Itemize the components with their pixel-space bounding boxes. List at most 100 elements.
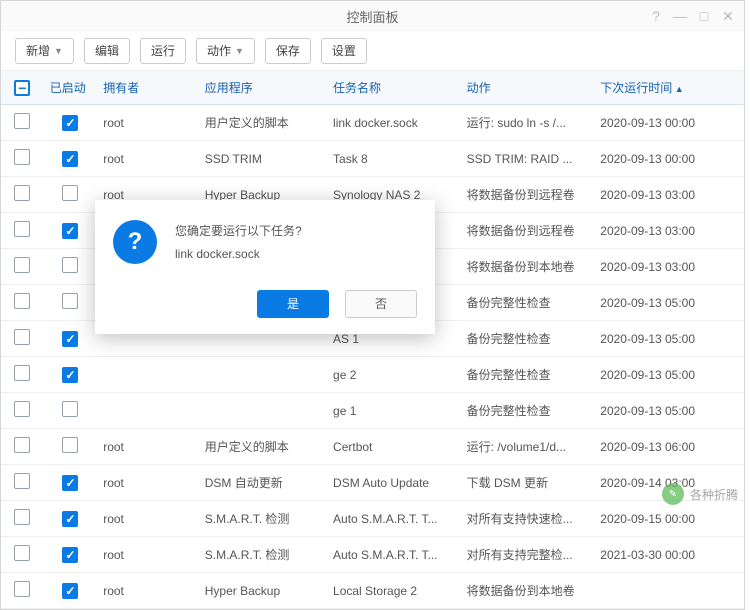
minimize-icon[interactable]: —	[672, 8, 688, 24]
col-enabled[interactable]: 已启动	[44, 71, 97, 105]
col-action[interactable]: 动作	[461, 71, 595, 105]
cell-app: 用户定义的脚本	[199, 105, 327, 141]
row-select-checkbox[interactable]	[14, 293, 30, 309]
cell-owner: root	[97, 105, 199, 141]
table-row[interactable]: root用户定义的脚本Certbot运行: /volume1/d...2020-…	[1, 429, 744, 465]
cell-next: 2020-09-13 03:00	[594, 249, 744, 285]
enabled-checkbox[interactable]	[62, 437, 78, 453]
action-button[interactable]: 动作▼	[196, 38, 255, 64]
row-select-checkbox[interactable]	[14, 365, 30, 381]
row-select-checkbox[interactable]	[14, 437, 30, 453]
cell-task: link docker.sock	[327, 105, 461, 141]
col-owner[interactable]: 拥有者	[97, 71, 199, 105]
cell-action: 将数据备份到本地卷	[461, 249, 595, 285]
row-select-checkbox[interactable]	[14, 221, 30, 237]
table-row[interactable]: rootS.M.A.R.T. 检测Auto S.M.A.R.T. T...对所有…	[1, 537, 744, 573]
edit-button[interactable]: 编辑	[84, 38, 130, 64]
table-row[interactable]: root用户定义的脚本link docker.sock运行: sudo ln -…	[1, 105, 744, 141]
cell-action: 备份完整性检查	[461, 285, 595, 321]
enabled-checkbox[interactable]	[62, 185, 78, 201]
row-select-checkbox[interactable]	[14, 185, 30, 201]
row-select-checkbox[interactable]	[14, 509, 30, 525]
cell-app	[199, 357, 327, 393]
cell-owner: root	[97, 573, 199, 609]
cell-app	[199, 393, 327, 429]
window-controls: ? — □ ✕	[648, 1, 736, 31]
row-select-checkbox[interactable]	[14, 581, 30, 597]
table-row[interactable]: rootDSM 自动更新DSM Auto Update下载 DSM 更新2020…	[1, 465, 744, 501]
col-task[interactable]: 任务名称	[327, 71, 461, 105]
settings-button[interactable]: 设置	[321, 38, 367, 64]
no-button[interactable]: 否	[345, 290, 417, 318]
tristate-checkbox-icon[interactable]	[14, 80, 30, 96]
yes-button[interactable]: 是	[257, 290, 329, 318]
enabled-checkbox[interactable]	[62, 257, 78, 273]
add-button[interactable]: 新增▼	[15, 38, 74, 64]
cell-action: 运行: /volume1/d...	[461, 429, 595, 465]
enabled-checkbox[interactable]	[62, 475, 78, 491]
cell-next: 2020-09-13 00:00	[594, 105, 744, 141]
row-select-checkbox[interactable]	[14, 545, 30, 561]
window-title: 控制面板	[346, 7, 398, 26]
task-table: 已启动 拥有者 应用程序 任务名称 动作 下次运行时间 root用户定义的脚本l…	[1, 71, 744, 609]
cell-owner	[97, 357, 199, 393]
cell-action: 将数据备份到本地卷	[461, 573, 595, 609]
enabled-checkbox[interactable]	[62, 331, 78, 347]
chevron-down-icon: ▼	[54, 46, 63, 56]
wechat-icon: ✎	[662, 483, 684, 505]
table-row[interactable]: rootS.M.A.R.T. 检测Auto S.M.A.R.T. T...对所有…	[1, 501, 744, 537]
watermark: ✎ 各种折腾	[662, 483, 738, 505]
cell-task: Auto S.M.A.R.T. T...	[327, 501, 461, 537]
table-row[interactable]: rootSSD TRIMTask 8SSD TRIM: RAID ...2020…	[1, 141, 744, 177]
table-row[interactable]: ge 1备份完整性检查2020-09-13 05:00	[1, 393, 744, 429]
enabled-checkbox[interactable]	[62, 583, 78, 599]
run-button[interactable]: 运行	[140, 38, 186, 64]
question-icon: ?	[113, 220, 157, 264]
row-select-checkbox[interactable]	[14, 113, 30, 129]
col-next-run[interactable]: 下次运行时间	[594, 71, 744, 105]
help-icon[interactable]: ?	[648, 8, 664, 24]
col-app[interactable]: 应用程序	[199, 71, 327, 105]
col-select[interactable]	[1, 71, 44, 105]
enabled-checkbox[interactable]	[62, 115, 78, 131]
cell-next: 2020-09-13 05:00	[594, 321, 744, 357]
enabled-checkbox[interactable]	[62, 401, 78, 417]
cell-app: 用户定义的脚本	[199, 429, 327, 465]
cell-owner	[97, 393, 199, 429]
chevron-down-icon: ▼	[235, 46, 244, 56]
cell-action: 运行: sudo ln -s /...	[461, 105, 595, 141]
close-icon[interactable]: ✕	[720, 8, 736, 24]
cell-owner: root	[97, 141, 199, 177]
enabled-checkbox[interactable]	[62, 511, 78, 527]
save-button[interactable]: 保存	[265, 38, 311, 64]
maximize-icon[interactable]: □	[696, 8, 712, 24]
cell-next: 2020-09-13 05:00	[594, 357, 744, 393]
cell-owner: root	[97, 537, 199, 573]
confirm-dialog: ? 您确定要运行以下任务? link docker.sock 是 否	[95, 200, 435, 334]
row-select-checkbox[interactable]	[14, 401, 30, 417]
cell-owner: root	[97, 501, 199, 537]
cell-task: Local Storage 2	[327, 573, 461, 609]
enabled-checkbox[interactable]	[62, 223, 78, 239]
cell-task: ge 2	[327, 357, 461, 393]
row-select-checkbox[interactable]	[14, 329, 30, 345]
cell-app: Hyper Backup	[199, 573, 327, 609]
cell-next: 2020-09-13 05:00	[594, 285, 744, 321]
table-row[interactable]: rootHyper BackupLocal Storage 2将数据备份到本地卷	[1, 573, 744, 609]
cell-action: 下载 DSM 更新	[461, 465, 595, 501]
table-row[interactable]: ge 2备份完整性检查2020-09-13 05:00	[1, 357, 744, 393]
row-select-checkbox[interactable]	[14, 257, 30, 273]
enabled-checkbox[interactable]	[62, 547, 78, 563]
dialog-text: 您确定要运行以下任务? link docker.sock	[175, 220, 302, 266]
cell-next	[594, 573, 744, 609]
cell-action: 备份完整性检查	[461, 393, 595, 429]
cell-app: SSD TRIM	[199, 141, 327, 177]
cell-action: 对所有支持完整检...	[461, 537, 595, 573]
cell-task: Certbot	[327, 429, 461, 465]
row-select-checkbox[interactable]	[14, 473, 30, 489]
enabled-checkbox[interactable]	[62, 293, 78, 309]
row-select-checkbox[interactable]	[14, 149, 30, 165]
enabled-checkbox[interactable]	[62, 151, 78, 167]
enabled-checkbox[interactable]	[62, 367, 78, 383]
cell-task: ge 1	[327, 393, 461, 429]
